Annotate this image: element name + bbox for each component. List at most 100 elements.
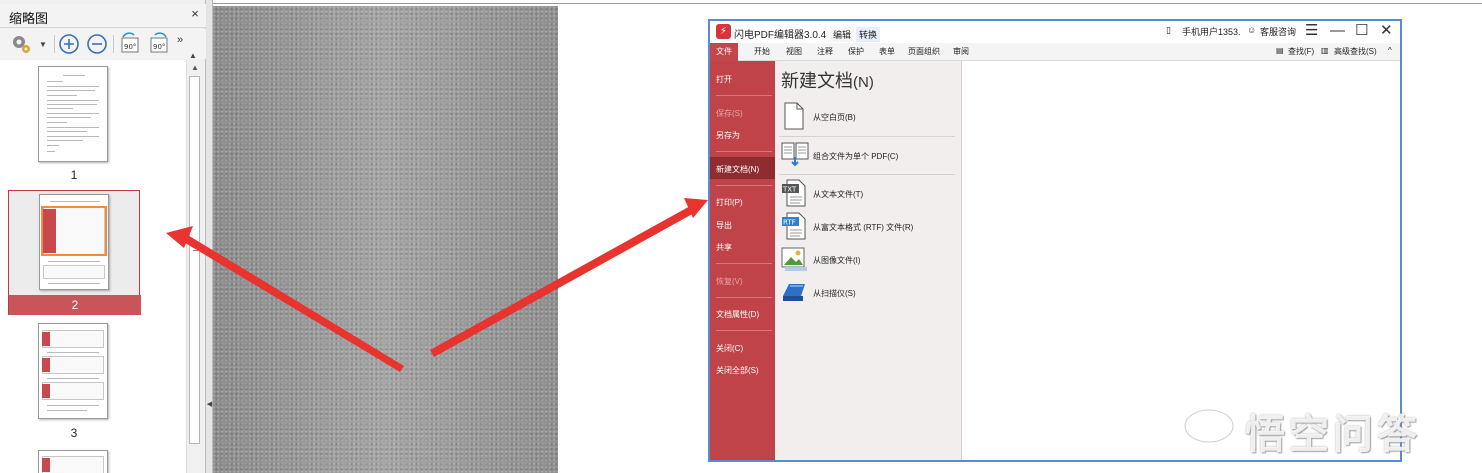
toolbar-divider xyxy=(113,35,114,53)
rotate-ccw-icon[interactable]: 90° xyxy=(118,32,142,56)
zoom-out-icon[interactable] xyxy=(85,32,109,56)
panel-title: 缩略图 xyxy=(9,11,49,26)
page-preview xyxy=(38,66,108,162)
thumbnail-panel: 缩略图 × ▼ 90° 90° » ▲ 1 2 3 ▲ xyxy=(0,0,206,473)
top-rule xyxy=(82,3,1482,4)
file-menu-close[interactable]: 关闭(C) xyxy=(716,343,743,354)
more-icon[interactable]: » xyxy=(177,34,183,46)
rotate-ccw-label: 90° xyxy=(124,43,136,51)
file-menu-close-all[interactable]: 关闭全部(S) xyxy=(716,365,759,376)
new-document-title-suffix: (N) xyxy=(853,74,874,91)
gear-icon[interactable] xyxy=(9,32,33,56)
watermark-text: 悟空问答 xyxy=(1245,413,1421,457)
smile-icon: ☺ xyxy=(1247,25,1257,35)
user-name[interactable]: 手机用户1353. xyxy=(1182,25,1241,38)
tab-review[interactable]: 审阅 xyxy=(953,46,969,57)
image-file-icon xyxy=(781,247,807,271)
tab-home[interactable]: 开始 xyxy=(754,46,770,57)
context-tab-convert[interactable]: 转换 xyxy=(856,27,881,42)
rotate-cw-label: 90° xyxy=(153,43,165,51)
thumbnail-panel-header: 缩略图 × xyxy=(0,4,206,28)
option-text-file[interactable]: TXT 从文本文件(T) xyxy=(781,179,956,209)
context-tab-edit[interactable]: 编辑 xyxy=(830,27,855,42)
svg-text:TXT: TXT xyxy=(782,186,797,194)
file-menu-share[interactable]: 共享 xyxy=(716,242,732,253)
collapse-arrow-icon[interactable]: ◀ xyxy=(206,400,213,410)
scanner-icon xyxy=(783,284,805,301)
maximize-button[interactable]: ☐ xyxy=(1355,22,1368,40)
advanced-find-icon: ▥ xyxy=(1321,46,1329,55)
new-document-panel: 新建文档(N) 从空白页(B) 组合文件为单个 PDF(C) TXT 从文本文件… xyxy=(775,61,962,460)
option-label: 从文本文件(T) xyxy=(813,190,864,199)
menu-divider xyxy=(716,95,772,96)
file-menu-save-as[interactable]: 另存为 xyxy=(716,130,740,141)
option-combine-files[interactable]: 组合文件为单个 PDF(C) xyxy=(781,141,956,171)
new-document-title: 新建文档(N) xyxy=(781,67,874,93)
phone-icon: ▯ xyxy=(1166,25,1171,35)
page-preview xyxy=(38,323,108,419)
txt-file-icon: TXT xyxy=(782,179,806,207)
file-menu-print[interactable]: 打印(P) xyxy=(716,197,743,208)
tab-organize-pages[interactable]: 页面组织 xyxy=(908,46,940,57)
advanced-find-button[interactable]: 高级查找(S) xyxy=(1334,46,1377,57)
file-menu-save: 保存(S) xyxy=(716,109,743,118)
thumbnail-page-3[interactable]: 3 xyxy=(8,320,140,444)
combine-files-icon xyxy=(781,142,809,167)
panel-splitter[interactable]: ◀ xyxy=(206,0,213,473)
option-label: 组合文件为单个 PDF(C) xyxy=(813,152,899,161)
option-label: 从空白页(B) xyxy=(813,113,856,122)
find-icon: ▤ xyxy=(1276,46,1284,55)
option-rtf-file[interactable]: RTF 从富文本格式 (RTF) 文件(R) xyxy=(781,212,956,242)
tab-file[interactable]: 文件 xyxy=(710,43,738,61)
thumbnail-page-number: 1 xyxy=(70,168,78,182)
thumbnail-page-number: 2 xyxy=(9,295,141,315)
option-image-file[interactable]: 从图像文件(I) xyxy=(781,245,956,275)
scrollbar-thumb[interactable] xyxy=(189,76,200,444)
menu-divider xyxy=(716,263,772,264)
thumbnail-scrollbar[interactable]: ▲ xyxy=(186,60,203,473)
support-link[interactable]: 客服咨询 xyxy=(1260,25,1296,38)
tab-form[interactable]: 表单 xyxy=(879,46,895,57)
option-label: 从图像文件(I) xyxy=(813,256,861,265)
zoom-in-icon[interactable] xyxy=(57,32,81,56)
rotate-cw-icon[interactable]: 90° xyxy=(147,32,171,56)
collapse-ribbon-icon[interactable]: ^ xyxy=(1388,46,1392,55)
thumbnail-toolbar: ▼ 90° 90° » xyxy=(0,29,206,59)
new-document-title-text: 新建文档 xyxy=(781,71,853,91)
thumbnail-page-4[interactable] xyxy=(8,448,140,473)
page-preview xyxy=(38,450,108,473)
close-icon[interactable]: × xyxy=(188,7,202,21)
minimize-button[interactable]: — xyxy=(1330,22,1345,40)
thumbnail-page-2[interactable]: 2 xyxy=(8,190,141,315)
tab-comment[interactable]: 注释 xyxy=(817,46,833,57)
file-menu-restore: 恢复(V) xyxy=(716,277,743,286)
file-menu-open[interactable]: 打开 xyxy=(716,74,732,85)
watermark-logo xyxy=(1183,408,1235,444)
option-scanner[interactable]: 从扫描仪(S) xyxy=(781,278,956,308)
tab-protect[interactable]: 保护 xyxy=(848,46,864,57)
file-menu-new-document[interactable]: 新建文档(N) xyxy=(716,164,759,175)
toolbar-divider xyxy=(54,35,55,53)
chevron-down-icon[interactable]: ▼ xyxy=(39,40,47,49)
scroll-up-arrow-icon[interactable]: ▲ xyxy=(190,63,200,73)
option-label: 从扫描仪(S) xyxy=(813,289,856,298)
screenshot-root: 缩略图 × ▼ 90° 90° » ▲ 1 2 3 ▲ ◀ ⚡ 闪电PDF编辑器… xyxy=(0,0,1482,473)
menu-icon[interactable]: ☰ xyxy=(1305,22,1318,40)
scroll-up-icon[interactable]: ▲ xyxy=(189,52,201,60)
app-title: 闪电PDF编辑器3.0.4 xyxy=(734,30,827,41)
option-divider xyxy=(779,174,955,175)
ribbon-tabs: 文件 开始 视图 注释 保护 表单 页面组织 审阅 ▤ 查找(F) ▥ 高级查找… xyxy=(710,43,1400,61)
file-menu-properties[interactable]: 文档属性(D) xyxy=(716,309,759,320)
find-button[interactable]: 查找(F) xyxy=(1288,46,1314,57)
close-button[interactable]: ✕ xyxy=(1380,22,1393,40)
thumbnail-page-1[interactable]: 1 xyxy=(8,62,140,186)
app-title-bar: ⚡ 闪电PDF编辑器3.0.4 编辑 转换 ▯ 手机用户1353. ☺ 客服咨询… xyxy=(710,21,1400,43)
file-menu-export[interactable]: 导出 xyxy=(716,220,732,231)
page-background-texture xyxy=(213,6,558,473)
option-blank-page[interactable]: 从空白页(B) xyxy=(781,102,956,132)
thumbnail-page-number: 3 xyxy=(70,426,78,440)
watermark: 悟空问答 xyxy=(1183,400,1463,457)
embedded-app-window: ⚡ 闪电PDF编辑器3.0.4 编辑 转换 ▯ 手机用户1353. ☺ 客服咨询… xyxy=(708,19,1402,462)
thumbnail-list: 1 2 3 xyxy=(0,60,186,473)
tab-view[interactable]: 视图 xyxy=(786,46,802,57)
